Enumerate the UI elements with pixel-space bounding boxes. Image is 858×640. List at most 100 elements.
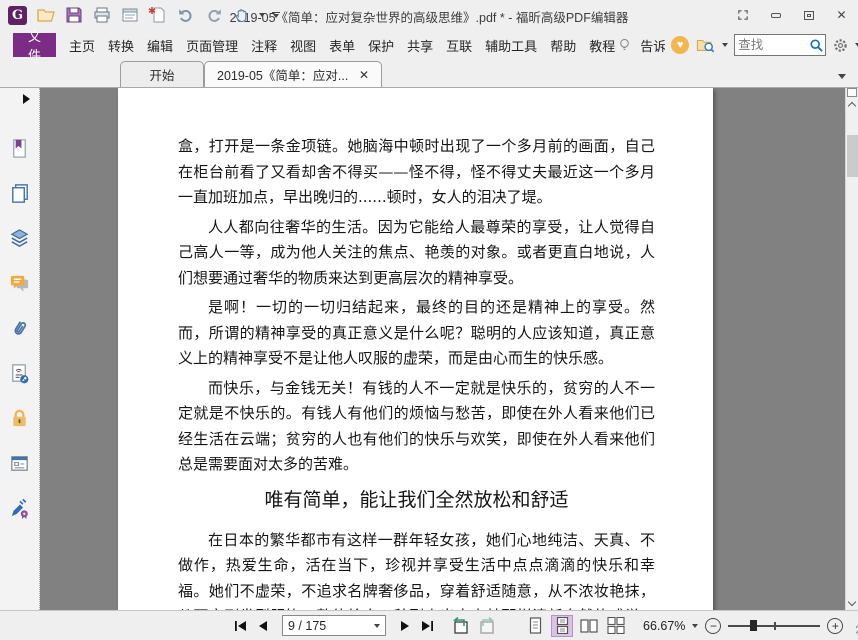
scrollbar-thumb[interactable] [847, 135, 858, 177]
signature-fields-panel-button[interactable] [8, 361, 32, 385]
undo-button[interactable] [175, 5, 196, 26]
form-fields-icon [11, 455, 28, 471]
customize-toolbar-button[interactable] [272, 12, 280, 18]
menu-comment[interactable]: 注释 [250, 34, 278, 57]
menu-help[interactable]: 帮助 [549, 34, 577, 57]
foxit-logo-icon[interactable]: G [7, 5, 28, 26]
folder-search-icon[interactable] [695, 36, 716, 54]
quick-access-toolbar: G [0, 5, 280, 26]
security-panel-button[interactable] [8, 406, 32, 430]
zoom-out-button[interactable]: − [705, 617, 722, 634]
printer-icon [94, 7, 109, 23]
heart-glyph: ♥ [676, 38, 684, 51]
open-file-button[interactable] [35, 5, 56, 26]
layers-panel-button[interactable] [8, 226, 32, 250]
menu-organize[interactable]: 页面管理 [185, 34, 239, 57]
digital-signatures-panel-button[interactable] [8, 496, 32, 520]
first-page-button[interactable] [234, 620, 248, 632]
close-icon: ✕ [836, 8, 847, 22]
menu-form[interactable]: 表单 [328, 34, 356, 57]
bookmarks-panel-button[interactable] [8, 136, 32, 160]
zoom-level[interactable]: 66.67% [643, 619, 685, 633]
folder-search-dropdown-icon[interactable] [722, 43, 729, 47]
email-button[interactable] [119, 5, 140, 26]
minimize-button[interactable] [759, 0, 792, 30]
arrange-windows-button[interactable] [726, 0, 759, 30]
scroll-down-icon[interactable] [847, 597, 857, 607]
tab-start[interactable]: 开始 [120, 61, 204, 87]
zoom-in-icon: + [831, 618, 839, 633]
menu-home[interactable]: 主页 [68, 34, 96, 57]
vertical-scrollbar[interactable] [845, 88, 858, 610]
gear-icon[interactable] [832, 37, 849, 54]
document-tab-bar: 开始 2019-05《简单：应对... ✕ [0, 60, 858, 88]
pdf-page[interactable]: 盒，打开是一条金项链。她脑海中顿时出现了一个多月前的画面，自己在柜台前看了又看却… [118, 88, 713, 610]
hand-tool-dropdown-icon[interactable] [259, 13, 265, 17]
fields-panel-button[interactable] [8, 451, 32, 475]
restore-button[interactable] [792, 0, 825, 30]
previous-view-button[interactable] [450, 616, 470, 635]
menu-edit[interactable]: 编辑 [146, 34, 174, 57]
close-button[interactable]: ✕ [825, 0, 858, 30]
facing-pages-icon [580, 618, 598, 633]
hand-tool-button[interactable] [231, 5, 252, 26]
document-canvas[interactable]: 盒，打开是一条金项链。她脑海中顿时出现了一个多月前的画面，自己在柜台前看了又看却… [40, 88, 845, 610]
facing-view-button[interactable] [578, 615, 600, 637]
view-history [450, 616, 498, 635]
continuous-facing-icon [607, 617, 625, 634]
scrollbar-split-box[interactable] [847, 88, 857, 97]
single-page-view-button[interactable] [524, 615, 546, 637]
continuous-facing-view-button[interactable] [605, 615, 627, 637]
sign-icon [11, 498, 28, 519]
redo-button[interactable] [203, 5, 224, 26]
comments-panel-button[interactable] [8, 271, 32, 295]
page-combo-caret-icon [374, 623, 380, 628]
doc-paragraph: 盒，打开是一条金项链。她脑海中顿时出现了一个多月前的画面，自己在柜台前看了又看却… [178, 137, 655, 206]
layers-icon [10, 228, 29, 247]
last-page-button[interactable] [420, 620, 434, 632]
arrange-windows-icon [737, 10, 748, 20]
search-icon[interactable] [808, 37, 825, 54]
previous-page-button[interactable] [258, 620, 268, 632]
menu-protect[interactable]: 保护 [367, 34, 395, 57]
tab-close-icon[interactable]: ✕ [359, 68, 369, 82]
lightbulb-icon[interactable] [616, 36, 633, 54]
save-button[interactable] [63, 5, 84, 26]
zoom-dropdown-icon[interactable] [692, 623, 699, 628]
doc-paragraph: 是啊！一切的一切归结起来，最终的目的还是精神上的享受。然而，所谓的精神享受的真正… [178, 298, 655, 367]
page-number-combo[interactable]: 9 / 175 [282, 615, 386, 636]
zoom-slider-tick [774, 621, 776, 630]
menu-file[interactable]: 文件 [13, 29, 57, 63]
search-input[interactable] [735, 38, 809, 52]
menu-accessibility[interactable]: 辅助工具 [484, 34, 538, 57]
menu-convert[interactable]: 转换 [107, 34, 135, 57]
page-indicator: 9 / 175 [288, 618, 327, 633]
continuous-page-icon [556, 617, 568, 634]
print-button[interactable] [91, 5, 112, 26]
next-view-button[interactable] [478, 616, 498, 635]
attachments-panel-button[interactable] [8, 316, 32, 340]
page-thumbnails-panel-button[interactable] [8, 181, 32, 205]
continuous-view-button[interactable] [551, 614, 573, 637]
menu-share[interactable]: 共享 [406, 34, 434, 57]
menu-tutorial[interactable]: 教程 [588, 34, 616, 57]
scroll-up-icon[interactable] [847, 101, 857, 111]
next-page-button[interactable] [400, 620, 410, 632]
zoom-slider[interactable] [728, 619, 821, 633]
zoom-out-icon: − [709, 618, 717, 633]
create-pdf-button[interactable] [147, 5, 168, 26]
window-controls: ✕ [726, 0, 858, 30]
tab-document-label: 2019-05《简单：应对... [217, 69, 349, 83]
zoom-slider-thumb[interactable] [750, 620, 758, 631]
zoom-in-button[interactable]: + [827, 617, 844, 634]
expand-panel-icon[interactable] [23, 94, 30, 104]
heart-icon[interactable]: ♥ [671, 36, 690, 54]
tab-list-dropdown-icon[interactable] [838, 74, 846, 79]
customize-bar-icon [272, 12, 280, 13]
menu-view[interactable]: 视图 [289, 34, 317, 57]
tab-active-document[interactable]: 2019-05《简单：应对... ✕ [204, 61, 382, 87]
zoom-controls: 66.67% − + [643, 615, 858, 636]
menu-connect[interactable]: 互联 [445, 34, 473, 57]
tell-me-label[interactable]: 告诉 [639, 34, 665, 57]
page-text: 盒，打开是一条金项链。她脑海中顿时出现了一个多月前的画面，自己在柜台前看了又看却… [118, 88, 713, 610]
